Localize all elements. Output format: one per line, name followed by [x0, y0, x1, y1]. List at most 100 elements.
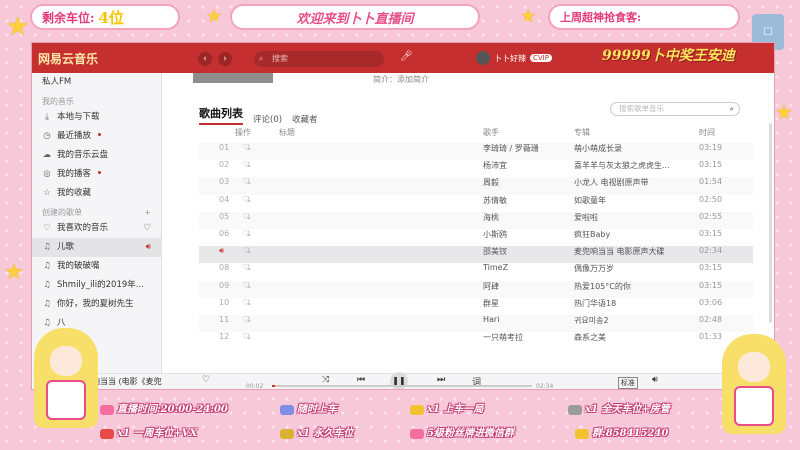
music-app-window: 网易云音乐 ‹ › ⌕ 搜索 🎤︎ 卜卜好辣 CVIP 99999卜中奖王安迪 … [31, 42, 775, 390]
gift-icon [100, 428, 114, 439]
info-item: 随时上车 [280, 400, 337, 415]
song-artist[interactable]: 李琦琦 / 罗薇珊 [483, 143, 563, 154]
song-artist[interactable]: 周毅 [483, 177, 563, 188]
download-icon[interactable]: ⤓ [247, 281, 251, 290]
shuffle-icon[interactable]: ⤨ [322, 375, 329, 385]
playing-speaker-icon: 🔊︎ [145, 242, 151, 252]
song-album[interactable]: 如歌童年 [574, 195, 694, 206]
sidebar-item-playlist-1[interactable]: ♫ 儿歌 🔊︎ [32, 238, 161, 257]
info-row-2: x1 一周车位+VX x1 永久车位 5级粉丝牌进微信群 群:858415240 [0, 420, 800, 450]
col-title[interactable]: 标题 [279, 127, 295, 138]
user-profile[interactable]: 卜卜好辣 CVIP [476, 51, 552, 65]
tab-songs[interactable]: 歌曲列表 [199, 105, 243, 125]
download-icon[interactable]: ⤓ [247, 229, 251, 238]
add-playlist-icon[interactable]: + [144, 205, 151, 217]
table-row[interactable]: 01♡ ⤓宝贝宝贝SQ李琦琦 / 罗薇珊萌小萌成长录03:19 [199, 143, 753, 161]
table-row[interactable]: 03♡ ⤓我是一条小青龙MV周毅小龙人 电视剧原声带01:54 [199, 177, 753, 195]
top-diner-banner: 上周超神抢食客: [548, 4, 740, 30]
forward-arrow-icon[interactable]: › [218, 52, 232, 66]
like-icon[interactable]: ♡ [202, 375, 210, 385]
table-row[interactable]: 08♡ ⤓偶像万万岁MVTimeZ偶像万万岁03:15 [199, 263, 753, 280]
song-album[interactable]: 喜羊羊与灰太狼之虎虎生... [574, 160, 694, 171]
cloud-icon: ☁ [42, 150, 52, 160]
song-artist[interactable]: 群星 [483, 298, 563, 309]
download-icon[interactable]: ⤓ [247, 315, 251, 324]
sidebar-item-music-2[interactable]: ☁ 我的音乐云盘 [32, 146, 161, 165]
next-icon[interactable]: ⏭︎ [437, 375, 445, 385]
star-icon: ☆ [43, 188, 51, 198]
sidebar-item-music-4[interactable]: ☆ 我的收藏 [32, 184, 161, 203]
song-artist[interactable]: 一只萌考拉 [483, 332, 563, 343]
song-album[interactable]: 森系之美 [574, 332, 694, 343]
download-icon[interactable]: ⤓ [247, 246, 251, 255]
song-artist[interactable]: TimeZ [483, 263, 563, 272]
sidebar-item-playlist-3[interactable]: ♫ Shmily_ili的2019年... [32, 276, 161, 295]
tab-comments[interactable]: 评论(0) [253, 113, 282, 125]
song-artist[interactable]: 海桃 [483, 212, 563, 223]
download-icon[interactable]: ⤓ [247, 177, 251, 186]
previous-icon[interactable]: ⏮︎ [357, 375, 365, 385]
download-icon[interactable]: ⤓ [247, 195, 251, 204]
heartbeat-mode-icon[interactable]: ♡ [143, 219, 151, 238]
row-actions: ♡ ⤓ [242, 298, 278, 307]
sidebar-item-playlist-4[interactable]: ♫ 你好，我的夏树先生 [32, 295, 161, 314]
song-album[interactable]: 疯狂Baby [574, 229, 694, 240]
table-row[interactable]: 🔊︎♡ ⤓麦兜响当当 (电影《麦兜响当当》主题曲)邵美钗麦兜响当当 电影原声大碟… [199, 246, 753, 264]
download-icon[interactable]: ⤓ [247, 298, 251, 307]
quality-button[interactable]: 标准 [618, 377, 638, 389]
download-icon[interactable]: ⤓ [247, 212, 251, 221]
table-row[interactable]: 09♡ ⤓热爱105°C的你阿肆热爱105°C的你03:15 [199, 280, 753, 298]
sidebar-item-playlist-0[interactable]: ♡ 我喜欢的音乐 ♡ [32, 219, 161, 238]
pause-button[interactable]: ❚❚ [390, 372, 408, 389]
top-diner-label: 上周超神抢食客: [560, 11, 642, 24]
table-row[interactable]: 10♡ ⤓彩虹的约定群星热门华语1803:06 [199, 298, 753, 315]
progress-bar[interactable] [272, 385, 532, 387]
song-album[interactable]: 萌小萌成长录 [574, 143, 694, 154]
table-row[interactable]: 11♡ ⤓귀요미송2 (可爱颂 2)MVHari귀요미송202:48 [199, 314, 753, 333]
download-icon[interactable]: ⤓ [247, 263, 251, 272]
song-album[interactable]: 热门华语18 [574, 298, 694, 309]
row-actions: ♡ ⤓ [242, 212, 278, 221]
song-album[interactable]: 爱啦啦 [574, 212, 694, 223]
col-time[interactable]: 时间 [699, 127, 715, 138]
song-album[interactable]: 小龙人 电视剧原声带 [574, 177, 694, 188]
table-row[interactable]: 04♡ ⤓别看我只是一只羊 (动画片《喜羊羊与灰...苏倩敏如歌童年02:50 [199, 195, 753, 212]
sidebar-item-fm[interactable]: 私人FM [32, 73, 161, 92]
volume-icon[interactable]: 🔊︎ [652, 375, 658, 385]
song-album[interactable]: 热爱105°C的你 [574, 281, 694, 292]
download-icon[interactable]: ⤓ [247, 160, 251, 169]
table-row[interactable]: 06♡ ⤓我不上你的当MV小斯鸥疯狂Baby03:15 [199, 229, 753, 246]
song-album[interactable]: 麦兜响当当 电影原声大碟 [574, 246, 694, 257]
song-duration: 03:19 [699, 143, 723, 152]
scrollbar[interactable] [769, 123, 772, 323]
song-album[interactable]: 귀요미송2 [574, 315, 694, 326]
song-artist[interactable]: 杨沛宜 [483, 160, 563, 171]
download-icon[interactable]: ⤓ [247, 143, 251, 152]
username[interactable]: 卜卜好辣 [494, 53, 526, 64]
mic-icon[interactable]: 🎤︎ [400, 51, 413, 62]
table-row[interactable]: 02♡ ⤓别看我只是一只羊VIPMV杨沛宜喜羊羊与灰太狼之虎虎生...03:15 [199, 160, 753, 177]
sidebar-item-music-1[interactable]: ◷ 最近播放 [32, 127, 161, 146]
sidebar-item-label: 私人FM [42, 77, 72, 87]
search-input[interactable]: ⌕ 搜索 [254, 51, 384, 67]
download-icon[interactable]: ⤓ [247, 332, 251, 341]
song-artist[interactable]: 邵美钗 [483, 246, 563, 257]
avatar[interactable] [476, 51, 490, 65]
song-artist[interactable]: 苏倩敏 [483, 195, 563, 206]
row-actions: ♡ ⤓ [242, 177, 278, 186]
song-artist[interactable]: 阿肆 [483, 281, 563, 292]
song-album[interactable]: 偶像万万岁 [574, 263, 694, 274]
sidebar-item-playlist-2[interactable]: ♫ 我的破破嘴 [32, 257, 161, 276]
col-album[interactable]: 专辑 [574, 127, 590, 138]
gift-icon [100, 404, 114, 415]
tab-collectors[interactable]: 收藏者 [292, 113, 318, 125]
table-row[interactable]: 05♡ ⤓爱啦啦海桃爱啦啦02:55 [199, 211, 753, 229]
table-row[interactable]: 12♡ ⤓三只小熊 (韩语版)一只萌考拉森系之美01:33 [199, 332, 753, 349]
playlist-search-input[interactable]: 搜索歌单音乐 ⌕ [610, 102, 740, 116]
sidebar-item-music-3[interactable]: ◎ 我的播客 [32, 165, 161, 184]
song-artist[interactable]: 小斯鸥 [483, 229, 563, 240]
back-arrow-icon[interactable]: ‹ [198, 52, 212, 66]
song-artist[interactable]: Hari [483, 315, 563, 324]
sidebar-item-music-0[interactable]: ⤓ 本地与下载 [32, 108, 161, 127]
col-artist[interactable]: 歌手 [483, 127, 499, 138]
